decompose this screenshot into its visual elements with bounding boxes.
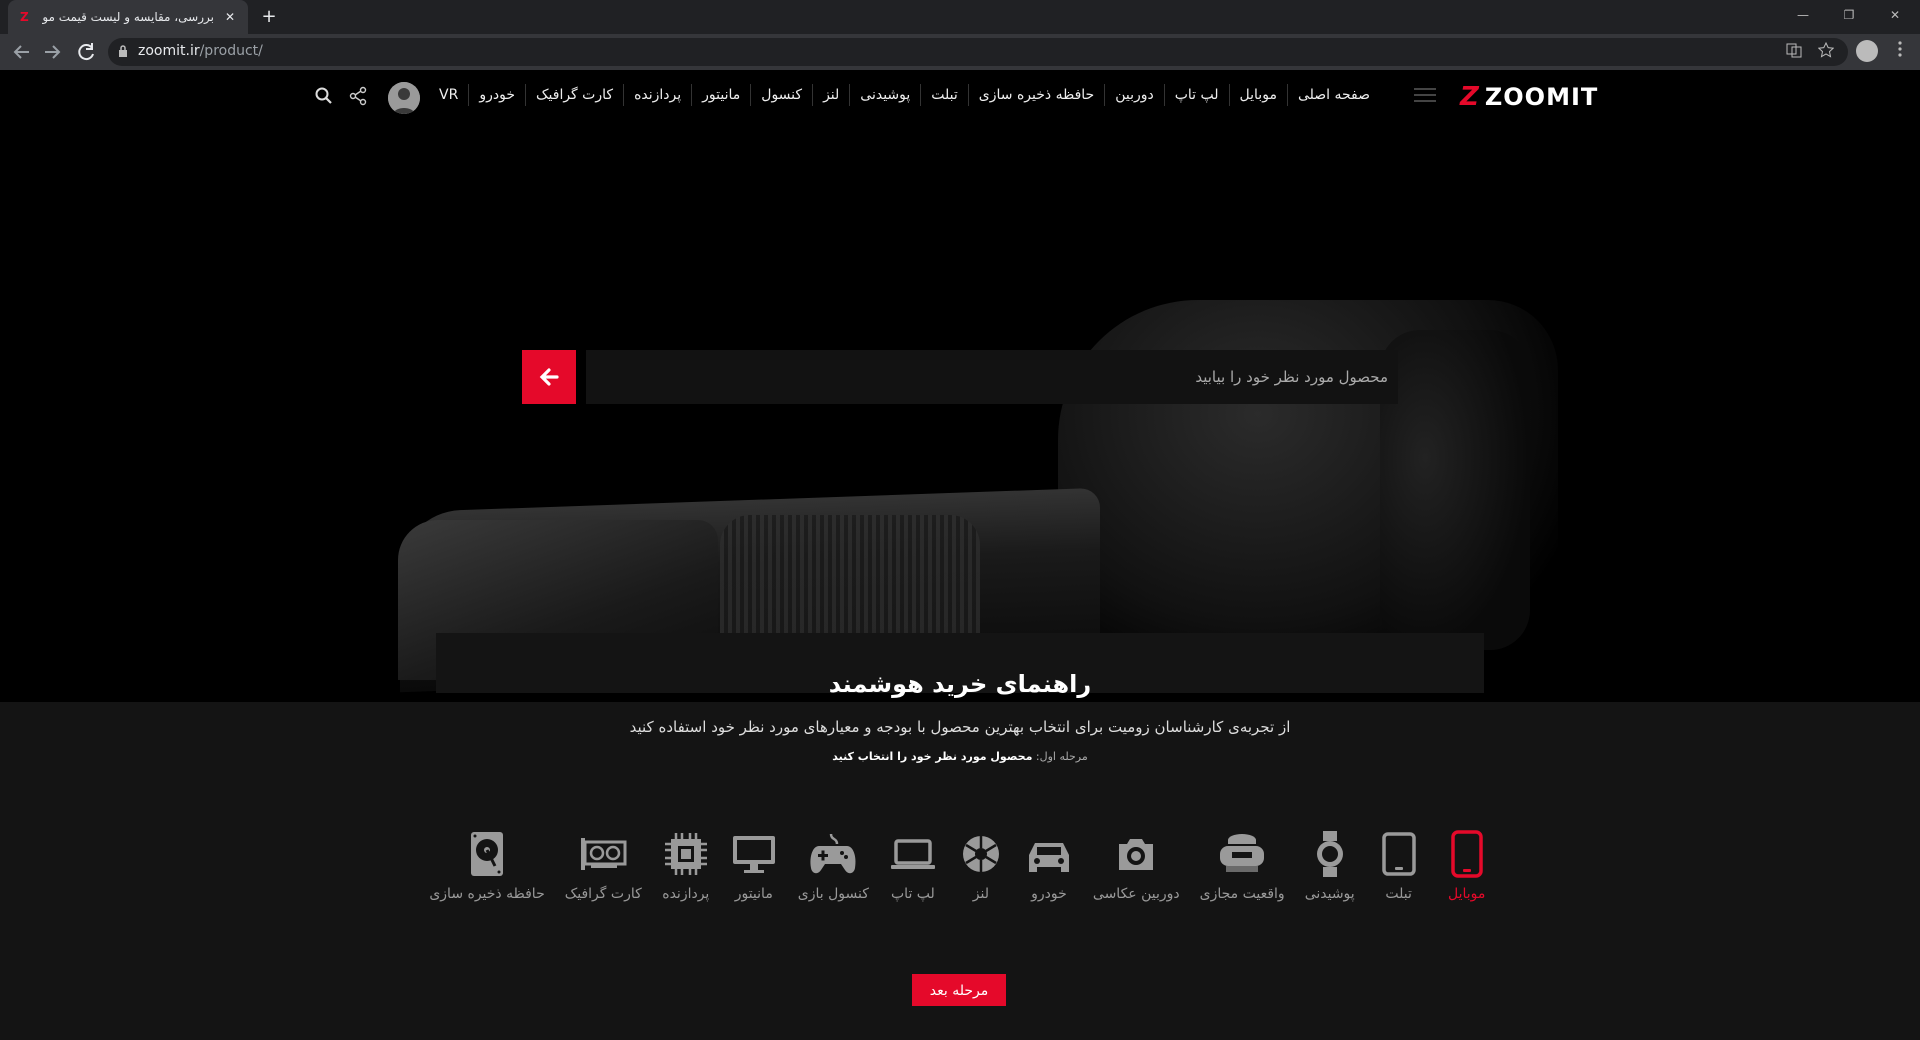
nav-item-monitor[interactable]: مانیتور: [691, 84, 750, 106]
product-search-input[interactable]: [586, 350, 1398, 404]
hero-camera-grip-image: [1380, 330, 1530, 650]
lock-icon: [118, 45, 128, 57]
category-label: کنسول بازی: [797, 886, 869, 902]
browser-tab[interactable]: Z بررسی، مقایسه و لیست قیمت موبایل ✕: [8, 0, 248, 34]
category-label: پوشیدنی: [1304, 886, 1355, 902]
translate-icon[interactable]: [1784, 42, 1804, 62]
search-icon[interactable]: [314, 86, 334, 106]
category-label: واقعیت مجازی: [1199, 886, 1285, 902]
hero-banner: [0, 120, 1920, 700]
minimize-button[interactable]: —: [1780, 0, 1826, 30]
category-label: دوربین عکاسی: [1092, 886, 1180, 902]
search-submit-button[interactable]: [522, 350, 576, 404]
category-label: موبایل: [1447, 886, 1486, 902]
camera-icon: [1112, 830, 1160, 878]
guide-title: راهنمای خرید هوشمند: [828, 670, 1092, 698]
nav-item-car[interactable]: خودرو: [468, 84, 525, 106]
bookmark-star-icon[interactable]: [1816, 41, 1836, 62]
tab-title: بررسی، مقایسه و لیست قیمت موبایل: [42, 10, 214, 24]
category-gpu[interactable]: کارت گرافیک: [555, 830, 652, 930]
guide-step-prefix: مرحله اول:: [1035, 750, 1088, 763]
browser-menu-icon[interactable]: [1892, 40, 1908, 64]
new-tab-button[interactable]: +: [258, 6, 280, 28]
category-list: موبایل تبلت پوشیدنی واقعیت مجازی دوربین …: [429, 830, 1490, 930]
forward-icon[interactable]: [40, 40, 64, 64]
category-laptop[interactable]: لپ تاپ: [879, 830, 947, 930]
monitor-icon: [730, 830, 778, 878]
main-nav: صفحه اصلی موبایل لپ تاپ دوربین حافظه ذخی…: [429, 84, 1380, 106]
zoomit-page: Z ZOOMIT صفحه اصلی موبایل لپ تاپ دوربین …: [0, 70, 1920, 1040]
nav-item-home[interactable]: صفحه اصلی: [1286, 84, 1380, 106]
zoomit-favicon-icon: Z: [20, 10, 29, 24]
nav-item-laptop[interactable]: لپ تاپ: [1163, 84, 1229, 106]
nav-item-vr[interactable]: VR: [429, 84, 468, 106]
restore-button[interactable]: ❐: [1826, 0, 1872, 30]
guide-step-text: محصول مورد نظر خود را انتخاب کنید: [832, 750, 1033, 763]
user-avatar[interactable]: [388, 82, 420, 114]
share-icon[interactable]: [348, 86, 368, 106]
gamepad-icon: [809, 830, 857, 878]
mobile-icon: [1443, 830, 1491, 878]
next-step-button[interactable]: مرحله بعد: [912, 974, 1006, 1006]
address-bar[interactable]: zoomit.ir/product/: [108, 38, 1848, 66]
nav-item-tablet[interactable]: تبلت: [920, 84, 968, 106]
category-label: لنز: [972, 886, 990, 902]
category-wearable[interactable]: پوشیدنی: [1295, 830, 1365, 930]
nav-item-gpu[interactable]: کارت گرافیک: [525, 84, 623, 106]
product-search-box: [586, 350, 1398, 404]
category-lens[interactable]: لنز: [947, 830, 1015, 930]
url-path: /product/: [199, 43, 263, 59]
hamburger-icon[interactable]: [1414, 88, 1436, 102]
category-label: تبلت: [1385, 886, 1412, 902]
category-cpu[interactable]: پردازنده: [652, 830, 720, 930]
watch-icon: [1306, 830, 1354, 878]
category-car[interactable]: خودرو: [1015, 830, 1083, 930]
category-monitor[interactable]: مانیتور: [720, 830, 788, 930]
back-icon[interactable]: [10, 40, 34, 64]
category-label: خودرو: [1031, 886, 1067, 902]
aperture-icon: [957, 830, 1005, 878]
browser-profile-icon[interactable]: [1856, 40, 1878, 62]
nav-item-wearable[interactable]: پوشیدنی: [849, 84, 920, 106]
reload-icon[interactable]: [74, 40, 98, 64]
nav-item-storage[interactable]: حافظه ذخیره سازی: [967, 84, 1104, 106]
category-camera[interactable]: دوربین عکاسی: [1083, 830, 1190, 930]
vr-headset-icon: [1218, 830, 1266, 878]
category-tablet[interactable]: تبلت: [1365, 830, 1433, 930]
nav-item-mobile[interactable]: موبایل: [1228, 84, 1287, 106]
product-search: [522, 350, 1398, 404]
category-storage[interactable]: حافظه ذخیره سازی: [419, 830, 554, 930]
hard-drive-icon: [463, 830, 511, 878]
gpu-icon: [579, 830, 627, 878]
tablet-icon: [1375, 830, 1423, 878]
url-host: zoomit.ir: [138, 43, 200, 59]
category-console[interactable]: کنسول بازی: [788, 830, 879, 930]
zoomit-logo-mark: Z: [1460, 82, 1479, 112]
guide-subtitle: از تجربه‌ی کارشناسان زومیت برای انتخاب ب…: [629, 718, 1291, 736]
nav-item-lens[interactable]: لنز: [812, 84, 849, 106]
nav-item-camera[interactable]: دوربین: [1104, 84, 1164, 106]
laptop-icon: [889, 830, 937, 878]
url-text[interactable]: zoomit.ir/product/: [138, 43, 263, 59]
cpu-icon: [662, 830, 710, 878]
category-label: پردازنده: [662, 886, 710, 902]
tab-close-icon[interactable]: ✕: [222, 9, 238, 25]
site-header: Z ZOOMIT صفحه اصلی موبایل لپ تاپ دوربین …: [0, 70, 1920, 120]
browser-toolbar: zoomit.ir/product/: [0, 34, 1920, 70]
arrow-left-icon: [539, 368, 559, 386]
category-label: کارت گرافیک: [564, 886, 642, 902]
close-window-button[interactable]: ✕: [1872, 0, 1918, 30]
category-label: لپ تاپ: [891, 886, 935, 902]
category-label: حافظه ذخیره سازی: [429, 886, 545, 902]
nav-item-console[interactable]: کنسول: [750, 84, 812, 106]
category-vr[interactable]: واقعیت مجازی: [1190, 830, 1295, 930]
browser-tab-bar: Z بررسی، مقایسه و لیست قیمت موبایل ✕ + —…: [0, 0, 1920, 34]
guide-step: مرحله اول: محصول مورد نظر خود را انتخاب …: [0, 750, 1920, 763]
zoomit-logo-text: ZOOMIT: [1484, 83, 1599, 111]
zoomit-logo[interactable]: Z ZOOMIT: [1460, 82, 1598, 112]
category-label: مانیتور: [734, 886, 773, 902]
car-icon: [1025, 830, 1073, 878]
category-mobile[interactable]: موبایل: [1433, 830, 1501, 930]
nav-item-cpu[interactable]: پردازنده: [623, 84, 691, 106]
